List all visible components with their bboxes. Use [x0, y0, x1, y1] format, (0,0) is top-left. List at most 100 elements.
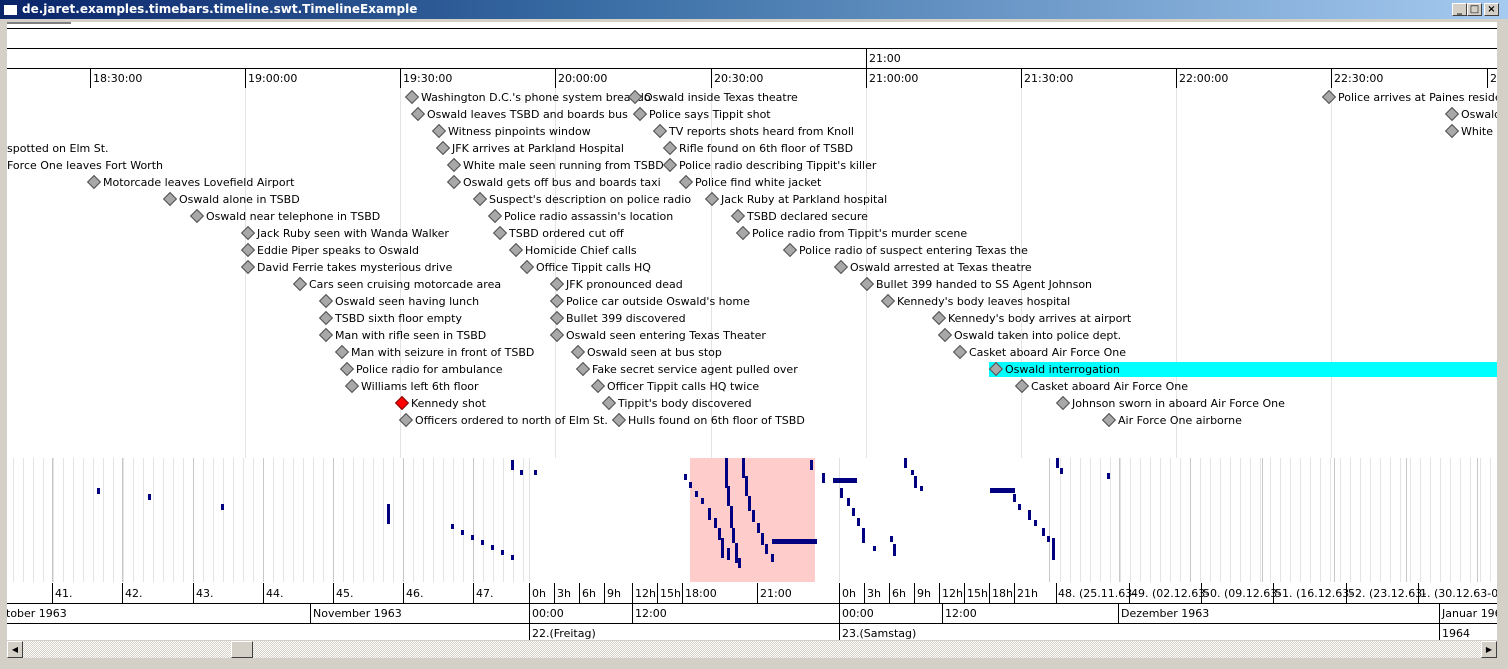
event-item[interactable]: spotted on Elm St.: [7, 141, 109, 156]
event-item[interactable]: Kennedy's body leaves hospital: [880, 293, 1070, 309]
timeline-view[interactable]: 21:00 18:30:00 19:00:00 19:30:00 20:00:00 20…: [7, 22, 1497, 640]
event-item[interactable]: Fake secret service agent pulled over: [575, 361, 798, 377]
event-item[interactable]: David Ferrie takes mysterious drive: [240, 259, 452, 275]
event-item[interactable]: Police radio for ambulance: [339, 361, 503, 377]
event-item[interactable]: Bullet 399 discovered: [549, 310, 686, 326]
event-item[interactable]: Witness pinpoints window: [431, 123, 591, 139]
event-mark: [752, 510, 755, 522]
scale-tick: [989, 583, 990, 603]
event-item[interactable]: White male seen running from TSBD: [446, 157, 664, 173]
event-item-selected[interactable]: Oswald interrogation: [988, 361, 1497, 377]
event-item[interactable]: Police radio from Tippit's murder scene: [735, 225, 967, 241]
diamond-icon: [318, 310, 334, 326]
event-item[interactable]: Oswald alone in TSBD: [162, 191, 300, 207]
scale-tick: [1118, 603, 1119, 623]
event-item[interactable]: Police arrives at Paines residence: [1321, 89, 1497, 105]
event-item[interactable]: Johnson sworn in aboard Air Force One: [1055, 395, 1285, 411]
hour-label: 6h: [892, 587, 906, 600]
event-item[interactable]: Jack Ruby at Parkland hospital: [704, 191, 887, 207]
grid-line: [1480, 458, 1481, 582]
grid-line: [433, 458, 434, 582]
event-item[interactable]: Oswald leaves TSBD and boards bus: [410, 106, 628, 122]
minimize-button[interactable]: _: [1452, 3, 1467, 16]
scale-tick: [864, 583, 865, 603]
event-item[interactable]: Kennedy's body arrives at airport: [931, 310, 1131, 326]
scale-tick: [1487, 68, 1488, 88]
horizontal-scrollbar[interactable]: ◀ ▶: [7, 641, 1497, 658]
event-item[interactable]: TV reports shots heard from Knoll: [652, 123, 854, 139]
event-item[interactable]: Oswald gets off bus and boards taxi: [446, 174, 661, 190]
scale-tick: [245, 68, 246, 88]
event-item[interactable]: Casket aboard Air Force One: [952, 344, 1126, 360]
event-label: Oswald seen entering Texas Theater: [566, 329, 766, 342]
event-item[interactable]: Air Force One airborne: [1101, 412, 1242, 428]
event-item[interactable]: Oswald arrested at Texas theatre: [833, 259, 1032, 275]
event-item[interactable]: Police car outside Oswald's home: [549, 293, 750, 309]
event-item[interactable]: Rifle found on 6th floor of TSBD: [662, 140, 853, 156]
event-item[interactable]: Tippit's body discovered: [601, 395, 752, 411]
event-item[interactable]: JFK arrives at Parkland Hospital: [435, 140, 624, 156]
event-item[interactable]: TSBD declared secure: [730, 208, 868, 224]
event-item[interactable]: Office Tippit calls HQ: [519, 259, 651, 275]
event-item[interactable]: Williams left 6th floor: [344, 378, 479, 394]
scale-tick: [1129, 583, 1130, 603]
diamond-icon: [446, 157, 462, 173]
scroll-left-button[interactable]: ◀: [7, 641, 23, 658]
event-item[interactable]: Motorcade leaves Lovefield Airport: [86, 174, 294, 190]
event-item[interactable]: Hulls found on 6th floor of TSBD: [611, 412, 805, 428]
scroll-right-button[interactable]: ▶: [1481, 641, 1497, 658]
event-mark: [857, 518, 860, 526]
time-tick-label: 19:00:00: [248, 72, 298, 85]
scroll-thumb[interactable]: [231, 641, 253, 658]
scale-tick: [866, 68, 867, 88]
diamond-icon: [508, 242, 524, 258]
diamond-icon: [435, 140, 451, 156]
scale-tick: [839, 603, 840, 623]
event-label: Williams left 6th floor: [361, 380, 479, 393]
event-item[interactable]: White H: [1444, 123, 1497, 139]
event-item[interactable]: Police find white jacket: [678, 174, 822, 190]
event-item[interactable]: Force One leaves Fort Worth: [7, 158, 163, 173]
event-item[interactable]: Oswald seen at bus stop: [570, 344, 722, 360]
diamond-icon: [240, 259, 256, 275]
event-label: White male seen running from TSBD: [463, 159, 664, 172]
event-item[interactable]: TSBD ordered cut off: [492, 225, 624, 241]
event-item[interactable]: Oswald taken into police dept.: [937, 327, 1121, 343]
event-item[interactable]: Jack Ruby seen with Wanda Walker: [240, 225, 449, 241]
scale-tick: [579, 583, 580, 603]
overview-strip[interactable]: [7, 458, 1497, 582]
event-item[interactable]: Eddie Piper speaks to Oswald: [240, 242, 419, 258]
event-item[interactable]: TSBD sixth floor empty: [318, 310, 462, 326]
event-item[interactable]: Oswald seen having lunch: [318, 293, 479, 309]
event-item[interactable]: Officer Tippit calls HQ twice: [590, 378, 759, 394]
maximize-button[interactable]: □: [1467, 3, 1482, 16]
event-item[interactable]: Oswald: [1444, 106, 1497, 122]
event-item[interactable]: Police says Tippit shot: [632, 106, 771, 122]
event-item[interactable]: Oswald seen entering Texas Theater: [549, 327, 766, 343]
event-label: Man with seizure in front of TSBD: [351, 346, 535, 359]
event-item[interactable]: Oswald inside Texas theatre: [627, 89, 798, 105]
event-item[interactable]: Washington D.C.'s phone system breakdo: [404, 89, 651, 105]
event-item[interactable]: Officers ordered to north of Elm St.: [398, 412, 608, 428]
grid-line: [253, 458, 254, 582]
event-item[interactable]: Bullet 399 handed to SS Agent Johnson: [859, 276, 1092, 292]
event-label: Police find white jacket: [695, 176, 822, 189]
event-item[interactable]: Police radio assassin's location: [487, 208, 673, 224]
event-item[interactable]: JFK pronounced dead: [549, 276, 683, 292]
event-item[interactable]: Suspect's description on police radio: [472, 191, 691, 207]
diamond-icon: [782, 242, 798, 258]
scale-tick: [529, 623, 530, 640]
close-button[interactable]: ×: [1484, 3, 1499, 16]
event-item[interactable]: Cars seen cruising motorcade area: [292, 276, 501, 292]
event-item[interactable]: Oswald near telephone in TSBD: [189, 208, 380, 224]
event-item[interactable]: Homicide Chief calls: [508, 242, 637, 258]
hour-label: 15h: [660, 587, 681, 600]
event-item[interactable]: Man with rifle seen in TSBD: [318, 327, 486, 343]
event-item[interactable]: Police radio of suspect entering Texas t…: [782, 242, 1028, 258]
event-item[interactable]: Man with seizure in front of TSBD: [334, 344, 535, 360]
diamond-icon: [730, 208, 746, 224]
grid-line: [1390, 458, 1391, 582]
event-item[interactable]: Police radio describing Tippit's killer: [662, 157, 876, 173]
event-item[interactable]: Casket aboard Air Force One: [1014, 378, 1188, 394]
event-item[interactable]: Kennedy shot: [394, 395, 486, 411]
